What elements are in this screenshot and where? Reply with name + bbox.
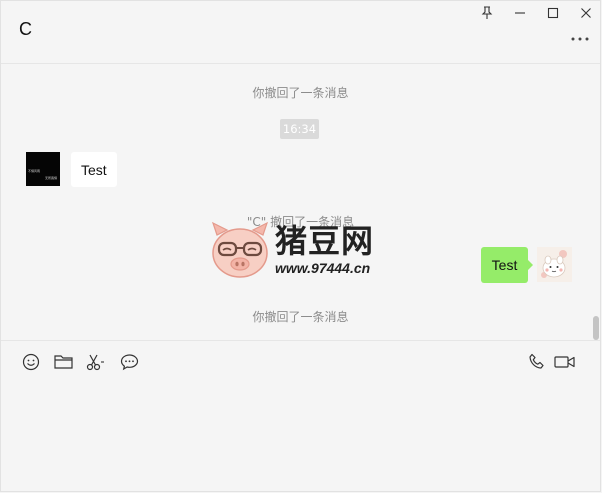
more-options-icon[interactable]	[568, 29, 592, 49]
chat-window: C 你撤回了一条消息 16:34 不惧风雨 无所畏惧 Test "C" 撤回了一…	[0, 0, 601, 492]
emoji-icon[interactable]	[20, 351, 42, 373]
scissors-icon[interactable]	[85, 351, 107, 373]
recall-notice: 你撤回了一条消息	[252, 86, 349, 100]
close-icon[interactable]	[575, 3, 597, 23]
folder-icon[interactable]	[52, 351, 74, 373]
recall-notice: 你撤回了一条消息	[252, 310, 349, 324]
chat-title: C	[19, 19, 32, 39]
message-input[interactable]	[1, 381, 600, 491]
avatar-caption: 无所畏惧	[45, 176, 58, 180]
pin-icon[interactable]	[476, 3, 498, 23]
message-scrollbar[interactable]	[593, 316, 599, 340]
avatar-caption: 不惧风雨	[28, 169, 41, 173]
message-timestamp: 16:34	[280, 119, 319, 139]
message-list[interactable]: 你撤回了一条消息 16:34 不惧风雨 无所畏惧 Test "C" 撤回了一条消…	[1, 63, 600, 340]
maximize-icon[interactable]	[542, 3, 564, 23]
chat-bubble-icon[interactable]	[118, 351, 140, 373]
recall-notice: "C" 撤回了一条消息	[246, 215, 355, 229]
my-avatar[interactable]	[537, 247, 572, 282]
outgoing-message-bubble[interactable]: Test	[481, 247, 533, 283]
phone-icon[interactable]	[526, 351, 548, 373]
video-camera-icon[interactable]	[554, 351, 576, 373]
sender-avatar[interactable]: 不惧风雨 无所畏惧	[26, 152, 60, 186]
chat-header: C	[1, 1, 600, 64]
input-toolbar	[1, 340, 600, 381]
incoming-message-bubble[interactable]: Test	[71, 152, 117, 187]
minimize-icon[interactable]	[509, 3, 531, 23]
